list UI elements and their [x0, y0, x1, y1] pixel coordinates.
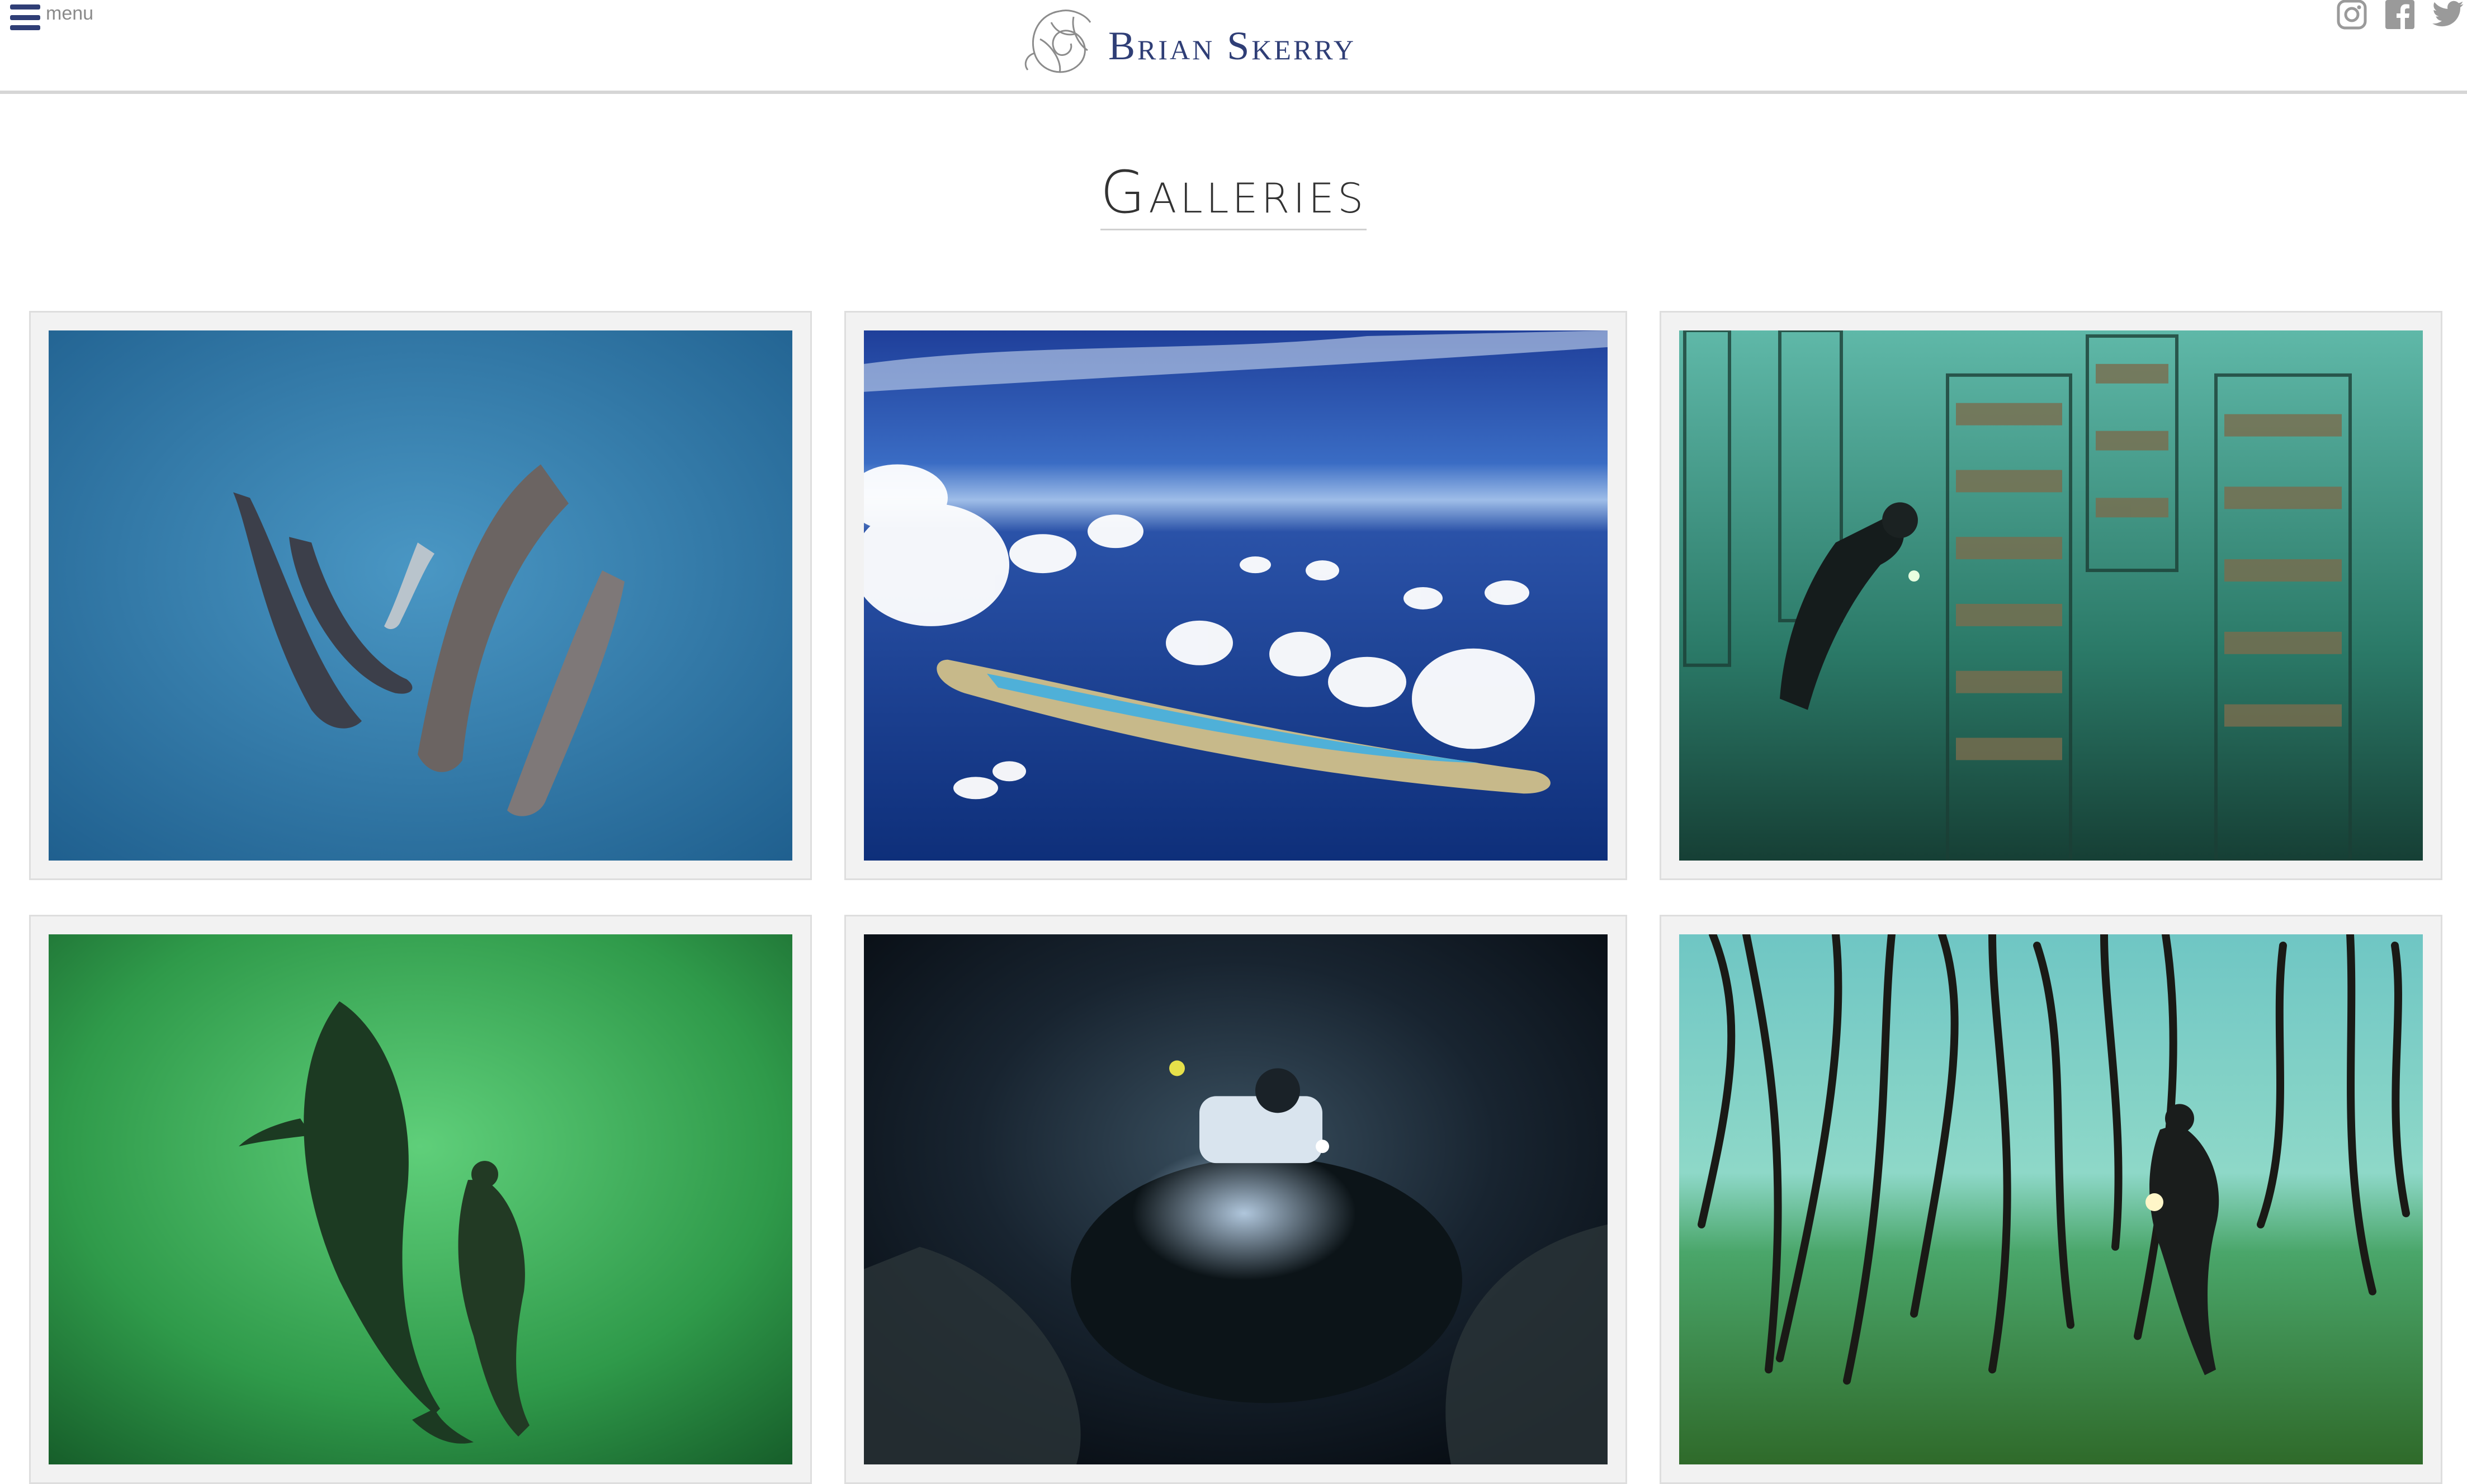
nautilus-shell-icon	[1024, 10, 1091, 73]
site-logo-text: Brian Skerry	[1108, 23, 1356, 68]
social-links	[2336, 0, 2464, 31]
submersible-image	[864, 934, 1608, 1464]
whale-diver-image	[49, 934, 792, 1464]
gallery-card[interactable]	[1660, 915, 2442, 1484]
gallery-card[interactable]	[844, 311, 1627, 880]
site-logo[interactable]: Brian Skerry	[1018, 0, 1437, 84]
hamburger-icon	[10, 4, 40, 30]
gallery-card[interactable]	[844, 915, 1627, 1484]
gallery-card[interactable]	[29, 915, 812, 1484]
atoll-aerial-image	[864, 330, 1608, 861]
gallery-card[interactable]	[1660, 311, 2442, 880]
menu-label: menu	[46, 3, 94, 24]
page-title: Galleries	[1100, 162, 1367, 231]
site-header: menu Brian Skerry	[0, 0, 2467, 94]
dolphins-image	[49, 330, 792, 861]
gallery-card[interactable]	[29, 311, 812, 880]
page-title-wrap: Galleries	[0, 162, 2467, 231]
diver-scallop-cages-image	[1679, 330, 2423, 861]
twitter-icon[interactable]	[2432, 0, 2464, 31]
instagram-icon[interactable]	[2336, 0, 2367, 31]
facebook-icon[interactable]	[2384, 0, 2416, 31]
mangrove-roots-image	[1679, 934, 2423, 1464]
menu-button[interactable]: menu	[10, 2, 93, 30]
